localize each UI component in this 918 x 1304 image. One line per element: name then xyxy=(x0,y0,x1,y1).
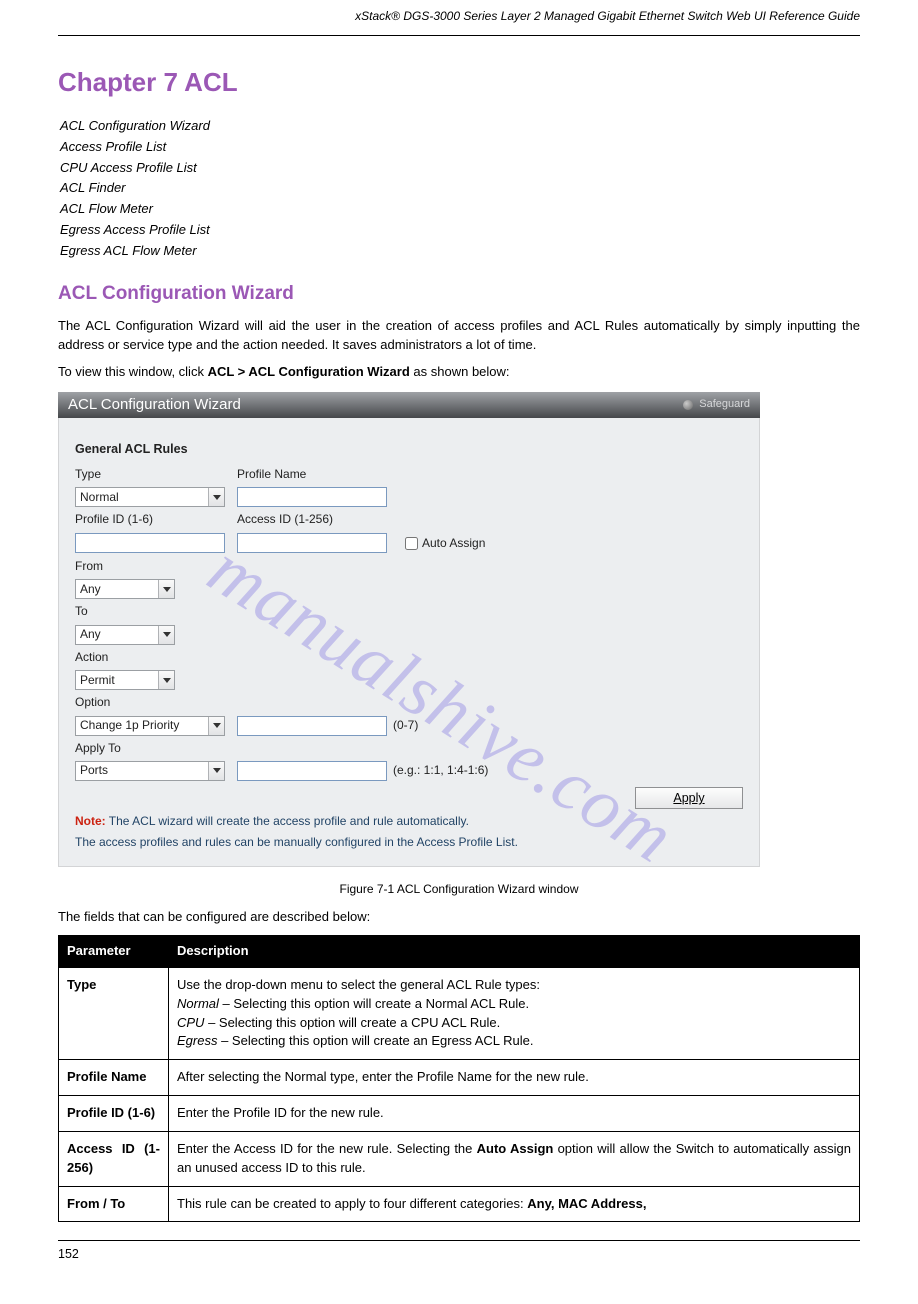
option-value-input[interactable] xyxy=(237,716,387,736)
toc-item: CPU Access Profile List xyxy=(60,160,197,175)
access-id-label: Access ID (1-256) xyxy=(237,509,397,530)
param-desc: This rule can be created to apply to fou… xyxy=(169,1186,860,1222)
toc-item: ACL Configuration Wizard xyxy=(60,118,210,133)
wizard-title-bar: ACL Configuration Wizard Safeguard xyxy=(58,392,760,418)
section-heading: ACL Configuration Wizard xyxy=(58,280,860,308)
auto-assign-checkbox[interactable] xyxy=(405,537,418,550)
parameter-table: Parameter Description Type Use the drop-… xyxy=(58,935,860,1222)
param-name: Profile ID (1-6) xyxy=(59,1096,169,1132)
option-label: Option xyxy=(75,692,110,713)
safeguard-indicator: Safeguard xyxy=(683,397,750,413)
figure-caption: Figure 7-1 ACL Configuration Wizard wind… xyxy=(58,881,860,898)
to-label: To xyxy=(75,601,88,622)
wizard-title-text: ACL Configuration Wizard xyxy=(68,394,241,416)
param-desc: Enter the Profile ID for the new rule. xyxy=(169,1096,860,1132)
chevron-down-icon xyxy=(208,762,224,780)
table-row: Profile Name After selecting the Normal … xyxy=(59,1060,860,1096)
chevron-down-icon xyxy=(208,488,224,506)
header-rule xyxy=(58,35,860,36)
param-name: Profile Name xyxy=(59,1060,169,1096)
table-header-description: Description xyxy=(169,936,860,968)
page-number: 152 xyxy=(58,1245,860,1263)
profile-id-label: Profile ID (1-6) xyxy=(75,509,237,530)
param-name: Access ID (1-256) xyxy=(59,1131,169,1186)
chevron-down-icon xyxy=(158,671,174,689)
params-intro: The fields that can be configured are de… xyxy=(58,908,860,927)
access-id-input[interactable] xyxy=(237,533,387,553)
option-select[interactable]: Change 1p Priority xyxy=(75,716,225,736)
note-label: Note: xyxy=(75,814,106,828)
chevron-down-icon xyxy=(158,580,174,598)
from-select[interactable]: Any xyxy=(75,579,175,599)
wizard-screenshot: ACL Configuration Wizard Safeguard Gener… xyxy=(58,392,760,867)
note-text-1: The ACL wizard will create the access pr… xyxy=(109,814,469,828)
profile-name-label: Profile Name xyxy=(237,464,397,485)
from-label: From xyxy=(75,556,103,577)
section-intro-paragraph: The ACL Configuration Wizard will aid th… xyxy=(58,317,860,355)
safeguard-icon xyxy=(683,400,693,410)
param-name: From / To xyxy=(59,1186,169,1222)
chapter-heading: Chapter 7 ACL xyxy=(58,64,860,102)
footer-rule xyxy=(58,1240,860,1241)
param-desc: Enter the Access ID for the new rule. Se… xyxy=(169,1131,860,1186)
apply-button[interactable]: Apply xyxy=(635,787,743,809)
to-select[interactable]: Any xyxy=(75,625,175,645)
table-header-parameter: Parameter xyxy=(59,936,169,968)
nav-prefix: To view this window, click xyxy=(58,364,208,379)
param-desc: Use the drop-down menu to select the gen… xyxy=(169,967,860,1059)
apply-to-hint: (e.g.: 1:1, 1:4-1:6) xyxy=(393,762,488,779)
action-select[interactable]: Permit xyxy=(75,670,175,690)
toc-item: ACL Finder xyxy=(60,180,126,195)
safeguard-label: Safeguard xyxy=(699,397,750,413)
table-row: From / To This rule can be created to ap… xyxy=(59,1186,860,1222)
param-desc: After selecting the Normal type, enter t… xyxy=(169,1060,860,1096)
chevron-down-icon xyxy=(158,626,174,644)
option-hint: (0-7) xyxy=(393,717,418,734)
table-row: Access ID (1-256) Enter the Access ID fo… xyxy=(59,1131,860,1186)
note-text-2: The access profiles and rules can be man… xyxy=(75,835,518,849)
table-row: Type Use the drop-down menu to select th… xyxy=(59,967,860,1059)
nav-instruction: To view this window, click ACL > ACL Con… xyxy=(58,363,860,382)
wizard-section-title: General ACL Rules xyxy=(75,440,743,458)
type-label: Type xyxy=(75,464,237,485)
auto-assign-label: Auto Assign xyxy=(422,533,485,554)
header-doc-title: xStack® DGS-3000 Series Layer 2 Managed … xyxy=(58,8,860,29)
nav-path: ACL > ACL Configuration Wizard xyxy=(208,364,410,379)
action-label: Action xyxy=(75,647,108,668)
toc-item: Access Profile List xyxy=(60,139,166,154)
apply-to-select[interactable]: Ports xyxy=(75,761,225,781)
toc-item: ACL Flow Meter xyxy=(60,201,153,216)
chevron-down-icon xyxy=(208,717,224,735)
toc-item: Egress Access Profile List xyxy=(60,222,210,237)
param-name: Type xyxy=(59,967,169,1059)
profile-id-input[interactable] xyxy=(75,533,225,553)
apply-to-input[interactable] xyxy=(237,761,387,781)
table-row: Profile ID (1-6) Enter the Profile ID fo… xyxy=(59,1096,860,1132)
toc-item: Egress ACL Flow Meter xyxy=(60,243,197,258)
apply-to-label: Apply To xyxy=(75,738,121,759)
profile-name-input[interactable] xyxy=(237,487,387,507)
type-select[interactable]: Normal xyxy=(75,487,225,507)
nav-suffix: as shown below: xyxy=(413,364,509,379)
